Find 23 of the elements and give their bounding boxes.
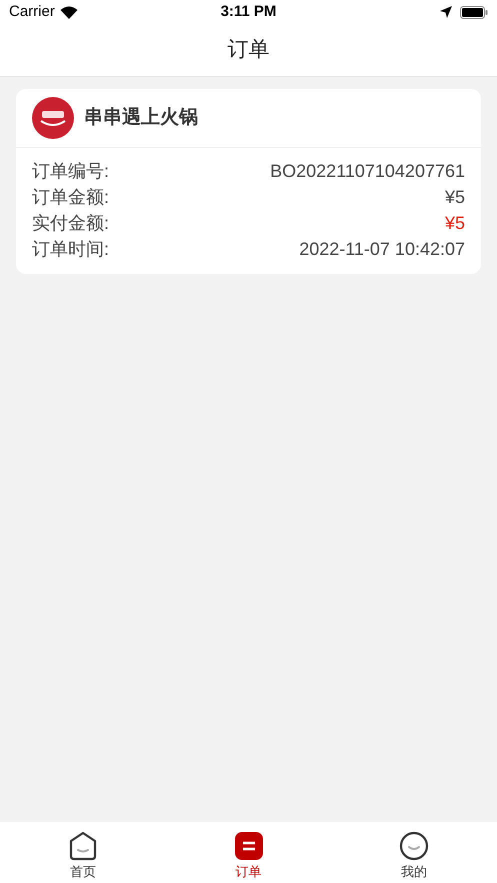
- smiley-icon: [399, 831, 430, 861]
- tab-bar-item[interactable]: 我的: [331, 822, 497, 883]
- field-label: 订单时间:: [32, 238, 110, 260]
- field-label: 订单编号:: [32, 160, 110, 182]
- page-title: 订单: [228, 37, 270, 64]
- store-name: 串串遇上火锅: [84, 106, 198, 130]
- tab-bar-item[interactable]: 订单: [166, 822, 332, 883]
- clock: 3:11 PM: [220, 2, 276, 22]
- tab-bar-item[interactable]: 首页: [0, 822, 166, 883]
- store-logo-icon: [32, 97, 74, 139]
- carrier-label: Carrier: [9, 2, 55, 22]
- wifi-icon: [60, 6, 78, 18]
- field-value: ¥5: [444, 212, 465, 234]
- field-label: 实付金额:: [32, 212, 110, 234]
- field-value: ¥5: [444, 186, 465, 208]
- location-arrow-icon: [440, 6, 452, 18]
- order-card[interactable]: 串串遇上火锅 订单编号: BO20221107104207761 订单金额: ¥5 实付金额: ¥5 订单时间: 2022-11-07 10:42:07: [16, 89, 481, 274]
- field-label: 订单金额:: [32, 186, 110, 208]
- battery-icon: [460, 6, 488, 18]
- field-value: 2022-11-07 10:42:07: [299, 238, 465, 260]
- list-icon: [234, 831, 264, 861]
- field-value: BO20221107104207761: [270, 160, 465, 182]
- house-icon: [68, 831, 98, 861]
